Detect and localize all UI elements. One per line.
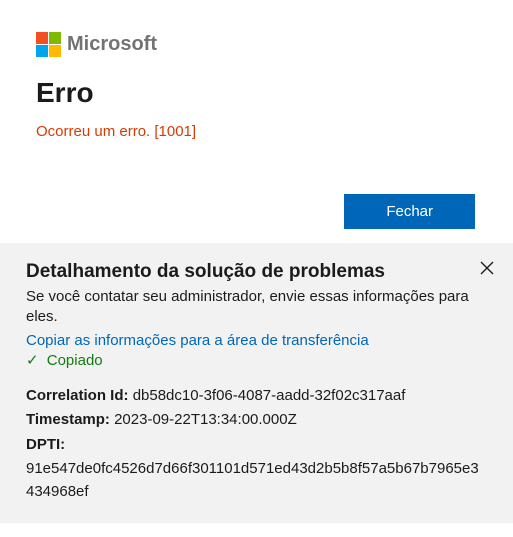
copy-info-link[interactable]: Copiar as informações para a área de tra… xyxy=(26,332,369,349)
timestamp-label: Timestamp: xyxy=(26,411,110,428)
timestamp-value: 2023-09-22T13:34:00.000Z xyxy=(114,411,297,428)
panel-close-button[interactable] xyxy=(477,259,497,279)
microsoft-logo: Microsoft xyxy=(36,32,477,57)
copied-status: Copiado xyxy=(26,351,487,369)
troubleshooting-title: Detalhamento da solução de problemas xyxy=(26,261,487,283)
timestamp-row: Timestamp: 2023-09-22T13:34:00.000Z xyxy=(26,409,487,432)
dpti-label: DPTI: xyxy=(26,436,65,453)
close-button[interactable]: Fechar xyxy=(344,194,475,229)
microsoft-logo-icon xyxy=(36,32,61,57)
copied-label: Copiado xyxy=(47,352,103,369)
microsoft-logo-text: Microsoft xyxy=(67,33,157,56)
dpti-value: 91e547de0fc4526d7d66f301101d571ed43d2b5b… xyxy=(26,460,479,500)
error-message: Ocorreu um erro. [1001] xyxy=(36,123,477,140)
dpti-value-row: 91e547de0fc4526d7d66f301101d571ed43d2b5b… xyxy=(26,458,487,503)
troubleshooting-description: Se você contatar seu administrador, envi… xyxy=(26,287,487,328)
dpti-row: DPTI: xyxy=(26,434,487,457)
correlation-id-value: db58dc10-3f06-4087-aadd-32f02c317aaf xyxy=(133,387,406,404)
correlation-id-label: Correlation Id: xyxy=(26,387,129,404)
troubleshooting-panel: Detalhamento da solução de problemas Se … xyxy=(0,243,513,523)
error-title: Erro xyxy=(36,77,477,109)
correlation-id-row: Correlation Id: db58dc10-3f06-4087-aadd-… xyxy=(26,385,487,408)
close-icon xyxy=(479,260,495,276)
